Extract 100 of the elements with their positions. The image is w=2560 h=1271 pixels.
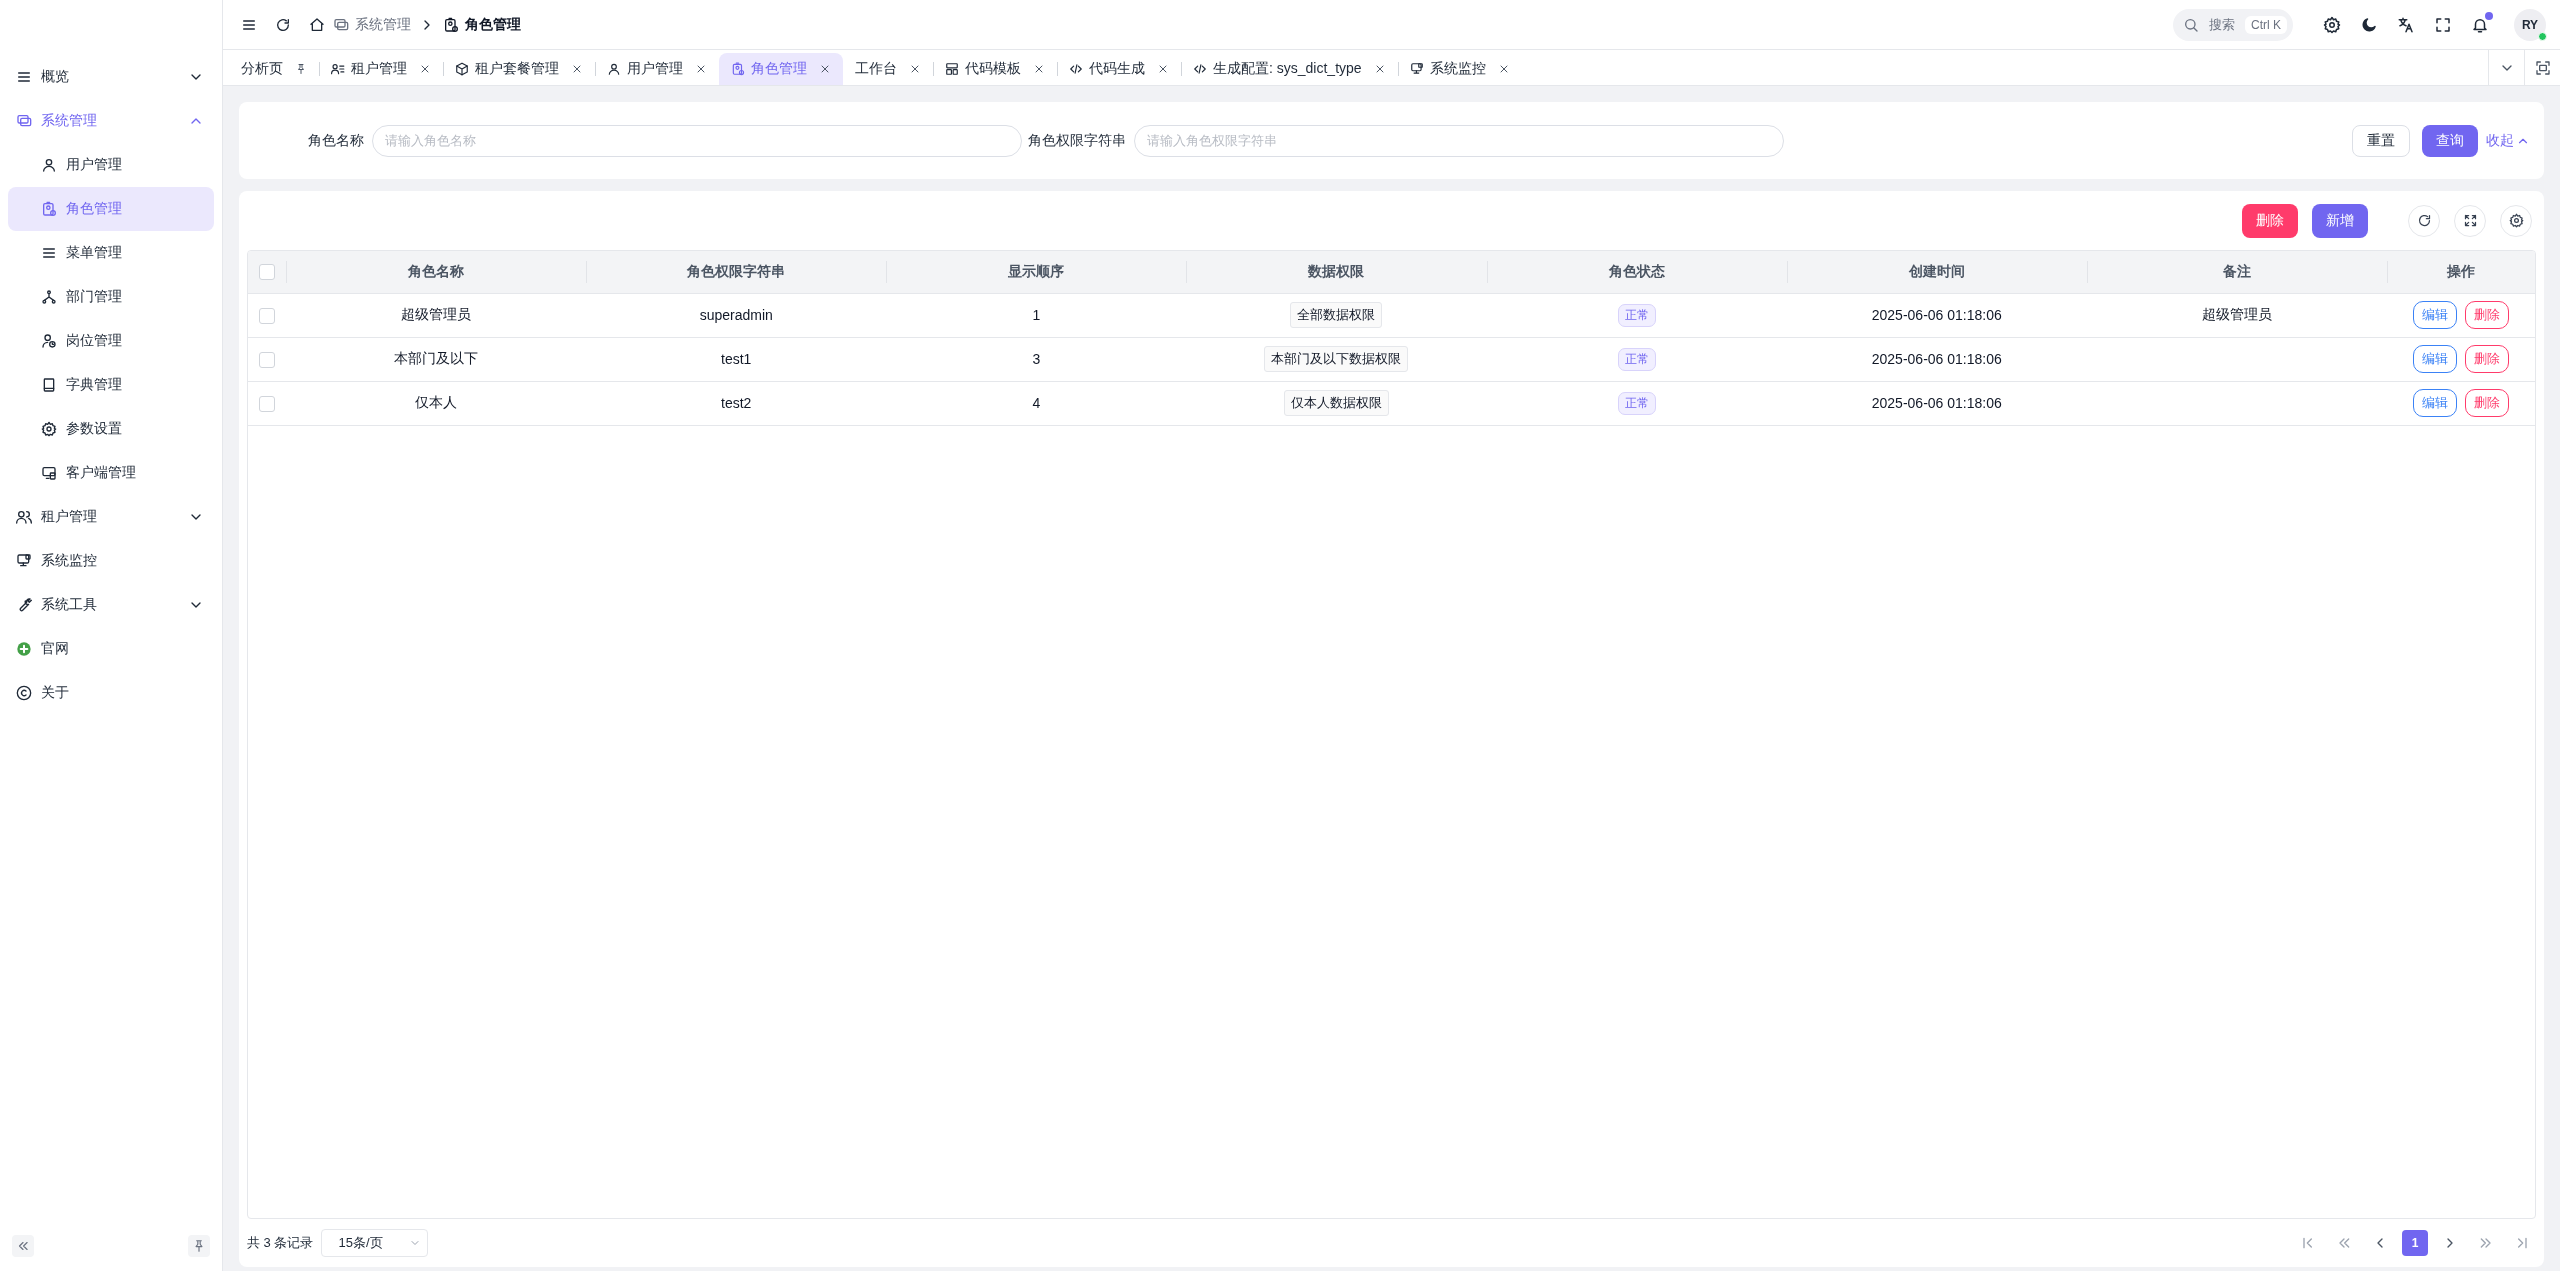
tab[interactable]: 系统监控	[1397, 53, 1522, 85]
edit-button[interactable]: 编辑	[2413, 389, 2457, 417]
checkbox[interactable]	[259, 351, 275, 368]
sidebar-item[interactable]: 用户管理	[8, 143, 214, 187]
table-cell: 4	[886, 381, 1187, 425]
search-placeholder: 搜索	[2209, 15, 2235, 34]
sidebar-item[interactable]: 系统工具	[8, 583, 214, 627]
code-icon	[1193, 62, 1207, 76]
settings-icon	[41, 421, 57, 437]
tab[interactable]: 代码生成	[1057, 53, 1181, 85]
table-cell: 本部门及以下	[286, 337, 587, 381]
column-header: 备注	[2086, 251, 2387, 293]
edit-button[interactable]: 编辑	[2413, 301, 2457, 329]
sidebar-item[interactable]: 角色管理	[8, 187, 214, 231]
close-icon[interactable]	[419, 63, 431, 75]
fullscreen-icon	[2462, 213, 2478, 228]
breadcrumb-item[interactable]: 系统管理	[333, 15, 411, 34]
data-scope-tag: 仅本人数据权限	[1284, 390, 1389, 416]
sidebar-item[interactable]: 关于	[8, 671, 214, 715]
monitor-icon	[333, 16, 349, 33]
moon-icon[interactable]	[2360, 15, 2378, 34]
search-icon	[2183, 16, 2199, 33]
tab[interactable]: 角色管理	[719, 53, 843, 85]
close-icon[interactable]	[571, 63, 583, 75]
close-icon[interactable]	[909, 63, 921, 75]
delete-button[interactable]: 删除	[2465, 389, 2509, 417]
delete-button[interactable]: 删除	[2465, 345, 2509, 373]
sidebar-item[interactable]: 系统管理	[8, 99, 214, 143]
fullscreen-icon[interactable]	[2434, 15, 2452, 34]
input-field[interactable]: 请输入角色权限字符串	[1134, 124, 1784, 157]
tab[interactable]: 租户管理	[319, 53, 443, 85]
tab[interactable]: 用户管理	[595, 53, 719, 85]
close-icon[interactable]	[1033, 63, 1045, 75]
search-button[interactable]: 搜索 Ctrl K	[2173, 8, 2293, 41]
close-icon[interactable]	[819, 63, 831, 75]
pin-icon[interactable]	[188, 1235, 210, 1257]
table-cell: test1	[586, 337, 887, 381]
hierarchy-icon	[41, 289, 57, 305]
monitor-icon	[16, 113, 32, 129]
home-icon[interactable]	[309, 16, 325, 33]
table-cell: 超级管理员	[286, 293, 587, 337]
checkbox[interactable]	[259, 264, 275, 281]
column-header: 角色状态	[1486, 251, 1787, 293]
sidebar-item[interactable]: 租户管理	[8, 495, 214, 539]
edit-button[interactable]: 编辑	[2413, 345, 2457, 373]
settings-icon[interactable]	[2323, 15, 2341, 34]
devices-icon	[41, 465, 57, 481]
collapse-link[interactable]: 收起	[2486, 131, 2530, 150]
plus-circle-icon	[16, 641, 32, 657]
translate-icon[interactable]	[2397, 15, 2415, 34]
id-badge-icon	[731, 62, 745, 76]
reset-button[interactable]: 重置	[2352, 124, 2410, 157]
scan-icon[interactable]	[2534, 59, 2551, 76]
pin-icon[interactable]	[295, 63, 307, 75]
collapse-icon[interactable]	[12, 1235, 34, 1257]
user-list-icon	[331, 62, 345, 76]
status-tag: 正常	[1617, 347, 1656, 371]
user-icon	[41, 157, 57, 173]
checkbox[interactable]	[259, 395, 275, 412]
table-cell: 2025-06-06 01:18:06	[1786, 293, 2087, 337]
tab[interactable]: 租户套餐管理	[443, 53, 595, 85]
user-avatar[interactable]: RY	[2514, 8, 2546, 41]
tab[interactable]: 代码模板	[933, 53, 1057, 85]
column-header: 角色名称	[286, 251, 587, 293]
page-size-select[interactable]: 15条/页	[321, 1229, 429, 1257]
refresh-icon[interactable]	[275, 16, 291, 33]
sidebar-item[interactable]: 参数设置	[8, 407, 214, 451]
delete-button[interactable]: 删除	[2465, 301, 2509, 329]
sidebar-item[interactable]: 官网	[8, 627, 214, 671]
monitor-icon	[1409, 62, 1424, 76]
tab[interactable]: 工作台	[843, 53, 933, 85]
sidebar-item[interactable]: 部门管理	[8, 275, 214, 319]
sidebar-item[interactable]: 客户端管理	[8, 451, 214, 495]
sidebar-item[interactable]: 概览	[8, 55, 214, 99]
menu-icon	[16, 69, 32, 85]
checkbox[interactable]	[259, 307, 275, 324]
user-icon	[607, 62, 621, 76]
search-button[interactable]: 查询	[2422, 124, 2478, 157]
menu-icon	[41, 245, 57, 261]
column-header: 操作	[2387, 251, 2535, 293]
book-icon	[41, 377, 57, 393]
input-field[interactable]: 请输入角色名称	[372, 124, 1022, 157]
page-number[interactable]: 1	[2402, 1230, 2428, 1256]
sidebar-item[interactable]: 岗位管理	[8, 319, 214, 363]
sidebar-item[interactable]: 菜单管理	[8, 231, 214, 275]
breadcrumb-item[interactable]: 角色管理	[443, 15, 521, 34]
sidebar-item[interactable]: 字典管理	[8, 363, 214, 407]
close-icon[interactable]	[695, 63, 707, 75]
status-tag: 正常	[1617, 303, 1656, 327]
refresh-icon	[2416, 213, 2432, 228]
tab[interactable]: 生成配置: sys_dict_type	[1181, 53, 1398, 85]
table-cell: 仅本人	[286, 381, 587, 425]
table-cell: 超级管理员	[2086, 293, 2387, 337]
status-tag: 正常	[1617, 391, 1656, 415]
add-button[interactable]: 新增	[2312, 203, 2368, 238]
close-icon[interactable]	[1157, 63, 1169, 75]
sidebar-item[interactable]: 系统监控	[8, 539, 214, 583]
tab[interactable]: 分析页	[229, 53, 319, 85]
field-label: 角色权限字符串	[1028, 131, 1126, 150]
field-label: 角色名称	[307, 131, 364, 150]
